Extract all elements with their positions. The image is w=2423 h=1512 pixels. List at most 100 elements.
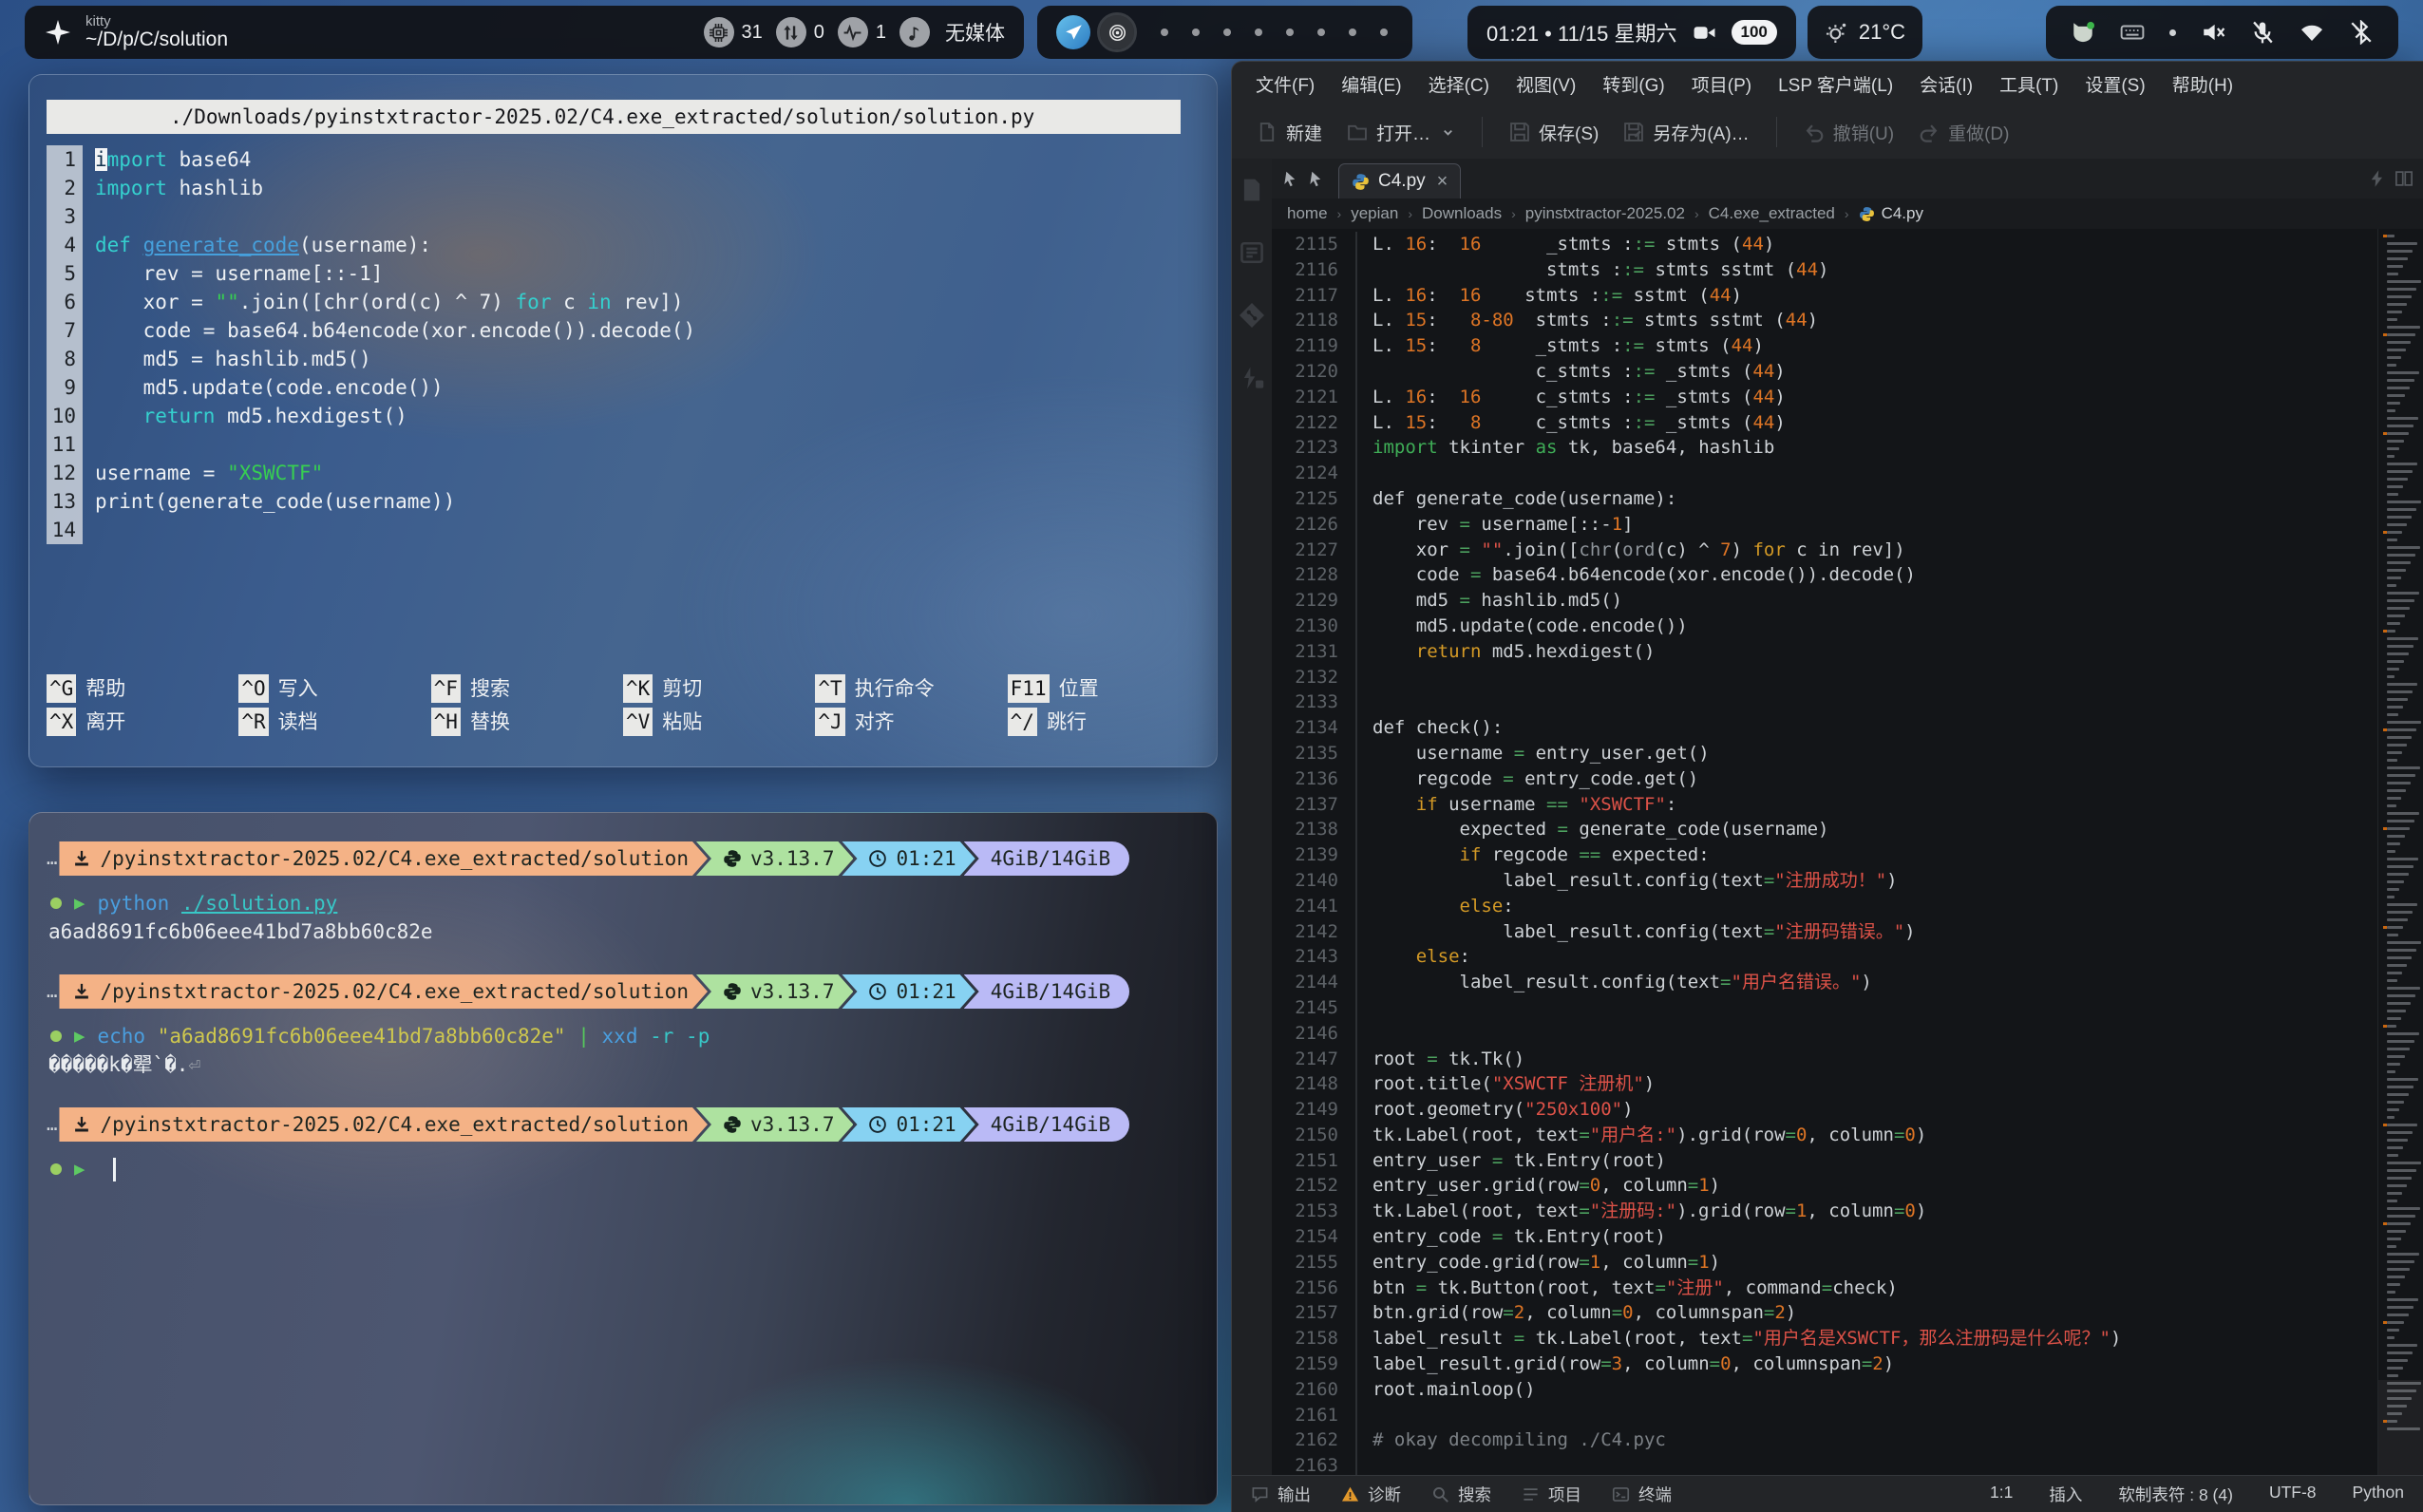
- terminal-toggle[interactable]: 终端: [1612, 1483, 1672, 1506]
- status-field-2[interactable]: 软制表符 : 8 (4): [2118, 1483, 2233, 1506]
- workspace-dot[interactable]: [1161, 28, 1168, 36]
- workspace-dot[interactable]: [1223, 28, 1231, 36]
- kate-editor-window[interactable]: 文件(F)编辑(E)选择(C)视图(V)转到(G)项目(P)LSP 客户端(L)…: [1231, 61, 2423, 1512]
- menu-item-3[interactable]: 视图(V): [1504, 67, 1588, 101]
- breadcrumb-item[interactable]: pyinstxtractor-2025.02: [1525, 204, 1685, 223]
- nano-shortcut[interactable]: ^T执行命令: [815, 671, 1007, 705]
- code-token: [1372, 946, 1416, 967]
- code-token: 1: [1796, 1200, 1807, 1221]
- diagnostics-toggle[interactable]: 诊断: [1341, 1483, 1401, 1506]
- menu-item-6[interactable]: LSP 客户端(L): [1766, 67, 1905, 101]
- workspace-dot[interactable]: [1317, 28, 1325, 36]
- doc-icon[interactable]: [1240, 178, 1264, 202]
- open-button[interactable]: 打开…: [1337, 114, 1465, 151]
- cpu-icon[interactable]: [704, 17, 734, 47]
- minimap-line: [2387, 379, 2414, 382]
- nano-shortcut[interactable]: ^V粘贴: [623, 705, 815, 738]
- workspace-dot[interactable]: [1349, 28, 1356, 36]
- nano-shortcut[interactable]: ^K剪切: [623, 671, 815, 705]
- nano-editor[interactable]: 1import base642import hashlib34def gener…: [47, 145, 1200, 544]
- breadcrumb-item[interactable]: Downloads: [1422, 204, 1502, 223]
- nano-shortcut[interactable]: ^J对齐: [815, 705, 1007, 738]
- clock[interactable]: 01:21 • 11/15 星期六: [1486, 17, 1677, 47]
- activity-icon[interactable]: [838, 17, 868, 47]
- output-toggle[interactable]: 输出: [1251, 1483, 1311, 1506]
- lightning-icon[interactable]: [2368, 169, 2387, 188]
- terminal-scrollback[interactable]: …/pyinstxtractor-2025.02/C4.exe_extracte…: [47, 841, 1200, 1183]
- music-icon[interactable]: [899, 17, 930, 47]
- nano-shortcut[interactable]: ^F搜索: [431, 671, 623, 705]
- app-icon-disc[interactable]: [1100, 15, 1134, 49]
- menu-item-2[interactable]: 选择(C): [1416, 67, 1502, 101]
- nano-shortcut[interactable]: ^O写入: [238, 671, 430, 705]
- keyboard-icon[interactable]: [2120, 20, 2145, 45]
- minimap-line: [2387, 1055, 2405, 1058]
- outline-icon[interactable]: [1240, 240, 1264, 265]
- pointer-icon[interactable]: [1307, 170, 1325, 188]
- nano-shortcut[interactable]: ^H替换: [431, 705, 623, 738]
- close-icon[interactable]: ×: [1437, 171, 1448, 193]
- save-button[interactable]: 保存(S): [1500, 114, 1608, 151]
- menu-item-7[interactable]: 会话(I): [1907, 67, 1985, 101]
- volume-muted-icon[interactable]: [2201, 20, 2225, 45]
- tab-c4py[interactable]: C4.py ×: [1338, 163, 1461, 198]
- status-field-1[interactable]: 插入: [2049, 1483, 2082, 1506]
- workspace-dots[interactable]: [1161, 28, 1393, 36]
- kitty-terminal-window[interactable]: …/pyinstxtractor-2025.02/C4.exe_extracte…: [28, 812, 1218, 1505]
- pointer-icon[interactable]: [1281, 170, 1299, 188]
- status-field-4[interactable]: Python: [2353, 1483, 2404, 1506]
- minimap-line: [2387, 774, 2415, 777]
- git-icon[interactable]: [1240, 303, 1264, 328]
- menu-item-4[interactable]: 转到(G): [1590, 67, 1676, 101]
- menu-item-9[interactable]: 设置(S): [2073, 67, 2157, 101]
- kitty-logo-icon[interactable]: [44, 18, 72, 47]
- breadcrumb-item[interactable]: yepian: [1351, 204, 1398, 223]
- nano-shortcut[interactable]: ^R读档: [238, 705, 430, 738]
- menu-item-0[interactable]: 文件(F): [1243, 67, 1327, 101]
- command-line[interactable]: ▶python ./solution.py: [47, 889, 1200, 917]
- weather-segment[interactable]: 21°C: [1808, 6, 1922, 59]
- command-line[interactable]: ▶echo "a6ad8691fc6b06eee41bd7a8bb60c82e"…: [47, 1022, 1200, 1050]
- lsp-icon[interactable]: [1240, 366, 1264, 390]
- breadcrumb-item[interactable]: C4.exe_extracted: [1709, 204, 1835, 223]
- kitty-tray-icon[interactable]: [2071, 20, 2095, 45]
- status-field-0[interactable]: 1:1: [1990, 1483, 2013, 1506]
- nano-shortcut[interactable]: ^G帮助: [47, 671, 238, 705]
- save-as-button[interactable]: 另存为(A)…: [1614, 114, 1758, 151]
- nano-shortcut[interactable]: ^/跳行: [1008, 705, 1200, 738]
- workspace-dot[interactable]: [1380, 28, 1388, 36]
- split-view-icon[interactable]: [2395, 169, 2414, 188]
- breadcrumb-item[interactable]: home: [1287, 204, 1328, 223]
- code-token: rev = username[::-1]: [95, 262, 383, 285]
- code-token: stmts sstmt (: [1644, 259, 1796, 280]
- nano-shortcut[interactable]: ^X离开: [47, 705, 238, 738]
- code-token: def: [95, 234, 131, 256]
- wifi-icon[interactable]: [2300, 20, 2324, 45]
- menu-item-10[interactable]: 帮助(H): [2160, 67, 2245, 101]
- workspace-dot[interactable]: [1192, 28, 1200, 36]
- app-icon-plane[interactable]: [1056, 15, 1090, 49]
- bluetooth-off-icon[interactable]: [2349, 20, 2374, 45]
- menu-item-8[interactable]: 工具(T): [1987, 67, 2071, 101]
- shortcut-label: 离开: [85, 708, 125, 736]
- command-line[interactable]: ▶: [47, 1155, 1200, 1183]
- nano-shortcut[interactable]: F11位置: [1008, 671, 1200, 705]
- search-toggle[interactable]: 搜索: [1431, 1483, 1491, 1506]
- workspace-dot[interactable]: [1286, 28, 1294, 36]
- project-toggle[interactable]: 项目: [1522, 1483, 1581, 1506]
- status-label: 终端: [1638, 1483, 1672, 1506]
- minimap-scrollbar[interactable]: [2377, 229, 2423, 1475]
- text-cursor: [113, 1158, 116, 1181]
- minimap-line: [2387, 858, 2418, 860]
- code-editor[interactable]: 2115L. 16: 16 _stmts ::= stmts (44)2116 …: [1272, 229, 2377, 1475]
- menu-item-1[interactable]: 编辑(E): [1329, 67, 1413, 101]
- new-button[interactable]: 新建: [1247, 114, 1332, 151]
- kitty-nano-window[interactable]: ./Downloads/pyinstxtractor-2025.02/C4.ex…: [28, 74, 1218, 767]
- mic-muted-icon[interactable]: [2250, 20, 2275, 45]
- arrows-icon[interactable]: [776, 17, 806, 47]
- workspace-dot[interactable]: [1255, 28, 1262, 36]
- status-field-3[interactable]: UTF-8: [2269, 1483, 2317, 1506]
- code-token: 44: [1732, 335, 1753, 356]
- menu-item-5[interactable]: 项目(P): [1679, 67, 1764, 101]
- breadcrumb-item[interactable]: C4.py: [1859, 204, 1923, 223]
